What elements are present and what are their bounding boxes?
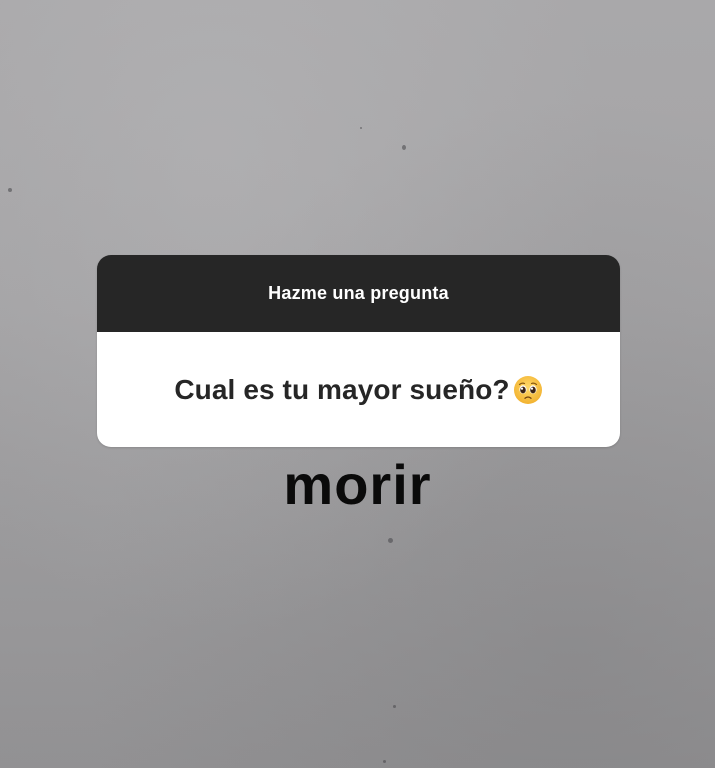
- question-text: Cual es tu mayor sueño?: [174, 373, 510, 405]
- wall-speck: [402, 145, 406, 150]
- wall-speck: [388, 538, 393, 543]
- wall-speck: [8, 188, 12, 192]
- pleading-face-icon: [513, 375, 543, 405]
- question-sticker[interactable]: Hazme una pregunta Cual es tu mayor sueñ…: [97, 255, 620, 447]
- question-sticker-body: Cual es tu mayor sueño?: [97, 332, 620, 447]
- wall-speck: [383, 760, 386, 763]
- question-sticker-header: Hazme una pregunta: [97, 255, 620, 332]
- answer-text: morir: [283, 453, 432, 516]
- wall-speck: [360, 127, 362, 129]
- question-sticker-prompt: Hazme una pregunta: [268, 283, 449, 303]
- wall-speck: [393, 705, 396, 708]
